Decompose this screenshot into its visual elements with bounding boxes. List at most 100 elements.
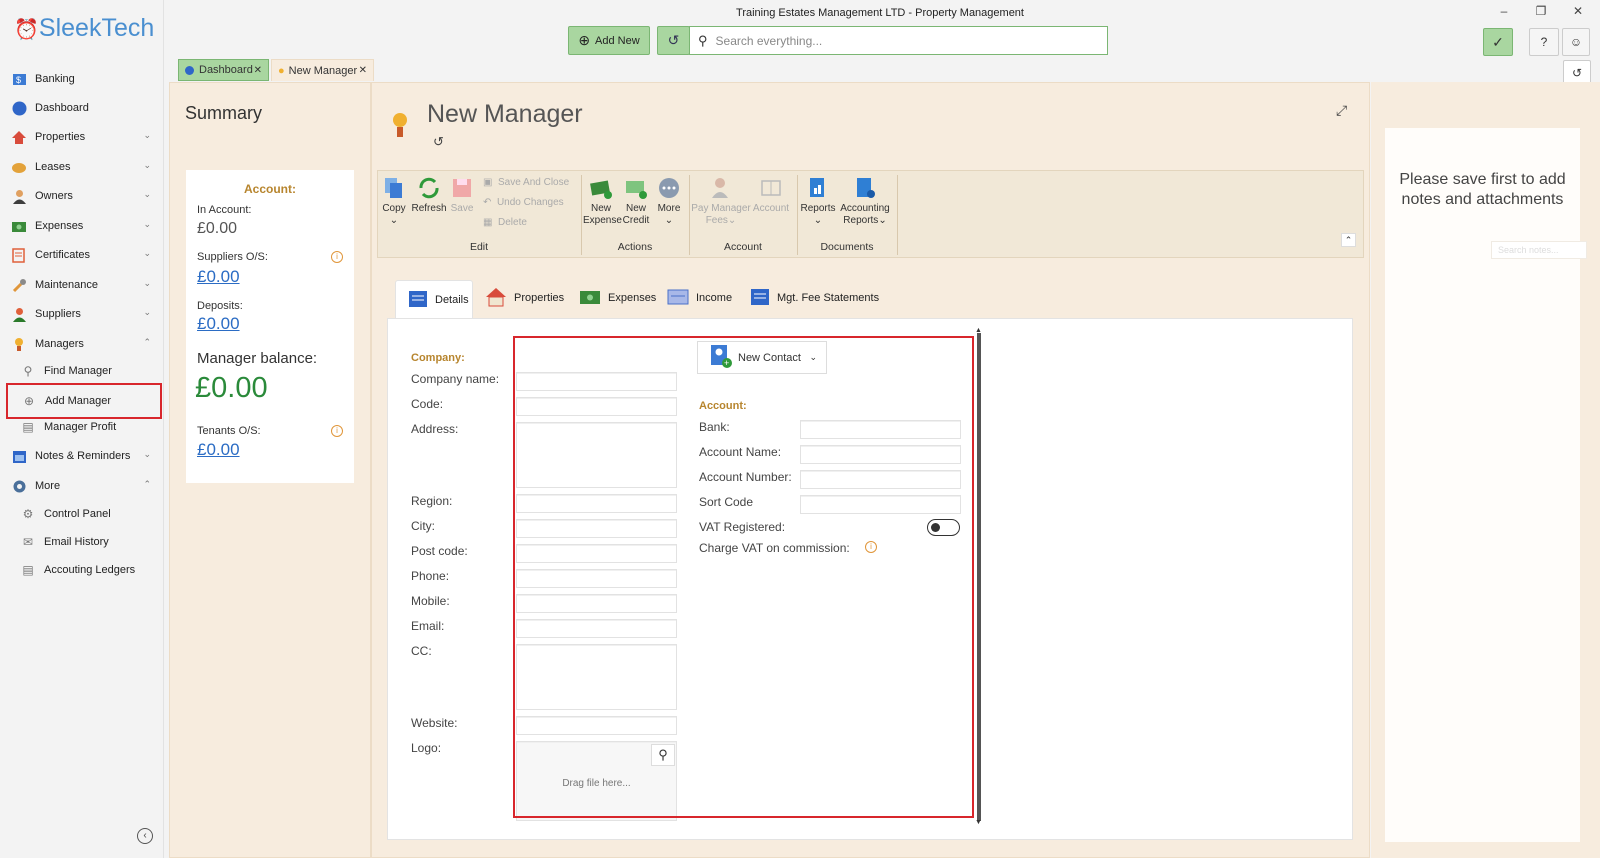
sidebar-subitem-find-manager[interactable]: ⚲ Find Manager [20,359,158,383]
suppliers-os-link[interactable]: £0.00 [197,267,240,287]
sidebar-item-more[interactable]: More ⌃ [10,473,155,499]
pay-fees-label-2: Fees [705,215,728,226]
account-button[interactable]: ☺ [1562,28,1590,56]
sidebar-item-properties[interactable]: Properties ⌄ [10,124,155,150]
help-button[interactable]: ? [1529,28,1559,56]
tab-dashboard[interactable]: Dashboard ✕ [178,59,269,81]
logo-label: Logo: [411,741,442,755]
collapse-sidebar-icon[interactable]: ‹ [137,828,153,844]
sidebar-item-suppliers[interactable]: Suppliers ⌄ [10,301,155,327]
chevron-up-icon[interactable]: ⌃ [143,479,151,490]
sidebar-subitem-accounting-ledgers[interactable]: ▤ Accouting Ledgers [20,558,158,582]
minimize-icon[interactable]: – [1492,4,1516,24]
scroll-down-icon[interactable]: ▼ [975,819,982,826]
new-credit-button[interactable]: New Credit [620,176,652,227]
address-label: Address: [411,422,459,436]
info-icon[interactable]: i [331,251,343,263]
delete-button[interactable]: ▦ Delete [483,217,578,229]
restore-icon[interactable]: ❐ [1529,4,1553,24]
close-icon[interactable]: ✕ [359,65,367,76]
ribbon-group-edit: Edit [469,241,489,253]
more-button[interactable]: More ⌄ [653,176,685,227]
chevron-up-icon[interactable]: ⌃ [143,337,151,348]
account-icon [761,180,781,196]
history-icon[interactable]: ↺ [433,134,444,150]
ribbon-group-documents: Documents [820,241,874,253]
chevron-down-icon[interactable]: ⌄ [143,449,151,460]
sidebar-subitem-add-manager[interactable]: ⊕ Add Manager [6,383,162,419]
chevron-down-icon[interactable]: ⌄ [143,130,151,141]
chevron-down-icon[interactable]: ⌄ [143,248,151,259]
calendar-icon [10,448,28,464]
help-icon: ? [1540,35,1548,49]
pay-manager-fees-button[interactable]: Pay Manager Fees⌄ [691,176,751,227]
ledger-icon: ▤ [22,563,34,577]
sidebar-item-managers[interactable]: Managers ⌃ [10,331,155,357]
collapse-ribbon-icon[interactable]: ⌃ [1341,233,1356,247]
email-icon: ✉ [22,535,34,549]
tenants-os-link[interactable]: £0.00 [197,440,240,460]
save-and-close-button[interactable]: ▣ Save And Close [483,177,578,189]
save-icon: ▣ [483,177,493,188]
sync-status-button[interactable]: ✓ [1483,28,1513,56]
sidebar-subitem-email-history[interactable]: ✉ Email History [20,530,158,554]
sidebar-item-owners[interactable]: Owners ⌄ [10,183,155,209]
chevron-down-icon[interactable]: ⌄ [143,307,151,318]
undo-changes-button[interactable]: ↶ Undo Changes [483,197,578,209]
sidebar-subitem-manager-profit[interactable]: ▤ Manager Profit [20,415,158,439]
history-button[interactable]: ↺ [657,26,690,55]
app-window: ⏰SleekTech $ Banking Dashboard Propertie… [0,0,1600,858]
tab-expenses[interactable]: Expenses [579,280,656,316]
sidebar-item-dashboard[interactable]: Dashboard [10,95,155,121]
city-label: City: [411,519,435,533]
sidebar-item-maintenance[interactable]: Maintenance ⌄ [10,272,155,298]
phone-label: Phone: [411,569,450,583]
chevron-down-icon[interactable]: ⌄ [143,189,151,200]
sidebar-item-label: Suppliers [35,308,81,320]
sidebar-item-banking[interactable]: $ Banking [10,66,155,92]
search-input[interactable]: ⚲ Search everything... [689,26,1108,55]
new-expense-icon [590,180,612,199]
account-button[interactable]: Account [751,176,791,215]
chevron-down-icon[interactable]: ⌄ [143,160,151,171]
tab-details[interactable]: Details [395,280,473,319]
ribbon-group-account: Account [724,241,762,253]
sidebar-item-leases[interactable]: Leases ⌄ [10,154,155,180]
handshake-icon [10,159,28,175]
sidebar-item-expenses[interactable]: Expenses ⌄ [10,213,155,239]
reports-button[interactable]: Reports ⌄ [799,176,837,227]
scroll-up-icon[interactable]: ▲ [975,327,982,334]
sidebar-item-label: Certificates [35,249,91,261]
tab-income[interactable]: Income [667,280,732,316]
account-heading: Account: [244,182,296,196]
info-icon[interactable]: i [331,425,343,437]
chevron-down-icon[interactable]: ⌄ [143,278,151,289]
suppliers-os-label: Suppliers O/S: [197,251,268,263]
sidebar-item-certificates[interactable]: Certificates ⌄ [10,242,155,268]
close-icon[interactable]: ✕ [254,65,262,76]
brand-logo: ⏰SleekTech [14,14,154,43]
wrench-icon [10,277,28,293]
accounting-reports-button[interactable]: Accounting Reports⌄ [837,176,893,227]
deposits-link[interactable]: £0.00 [197,314,240,334]
sidebar-item-notes-reminders[interactable]: Notes & Reminders ⌄ [10,443,155,469]
house-icon [485,287,507,310]
tenants-os-label: Tenants O/S: [197,425,261,437]
tab-properties[interactable]: Properties [485,280,564,316]
refresh-label: Refresh [411,203,447,214]
save-button[interactable]: Save [448,176,476,215]
chevron-down-icon[interactable]: ⌄ [143,219,151,230]
copy-button[interactable]: Copy ⌄ [378,176,410,227]
notes-search-input[interactable]: Search notes... [1491,241,1587,259]
new-expense-button[interactable]: New Expense [583,176,622,227]
sidebar-subitem-control-panel[interactable]: ⚙ Control Panel [20,502,158,526]
add-circle-icon: ⊕ [578,32,591,48]
tab-new-manager[interactable]: ● New Manager ✕ [271,59,374,81]
sidebar-item-label: Dashboard [35,102,89,114]
vertical-scrollbar[interactable] [977,333,981,821]
refresh-button[interactable]: Refresh [411,176,447,215]
expand-icon[interactable]: ⤢ [1336,102,1347,119]
close-icon[interactable]: ✕ [1566,4,1590,24]
add-new-button[interactable]: ⊕ Add New [568,26,650,55]
tab-mgt-fee-statements[interactable]: Mgt. Fee Statements [750,280,879,316]
